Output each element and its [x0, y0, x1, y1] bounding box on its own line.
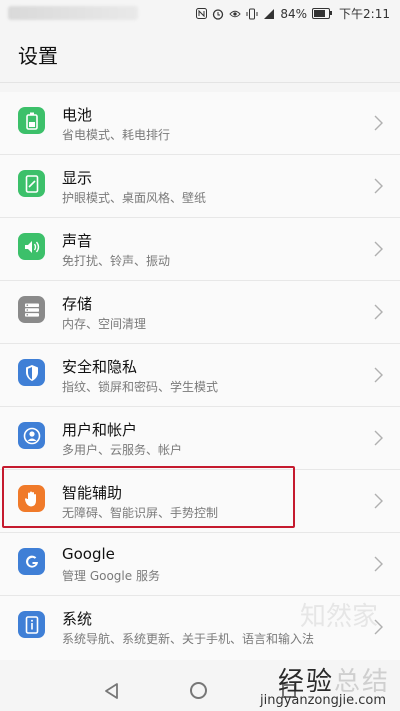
- settings-list: 电池 省电模式、耗电排行 显示 护眼模式、桌面风格、壁纸 声音 免打扰、铃声、振…: [0, 92, 400, 670]
- settings-item-label: 声音: [62, 232, 93, 250]
- highlight-box: [2, 466, 295, 528]
- settings-item-security-privacy[interactable]: 安全和隐私 指纹、锁屏和密码、学生模式: [0, 344, 400, 407]
- chevron-right-icon: [374, 304, 383, 320]
- chevron-right-icon: [374, 430, 383, 446]
- settings-item-battery[interactable]: 电池 省电模式、耗电排行: [0, 92, 400, 155]
- user-icon: [18, 422, 45, 449]
- settings-item-label: 安全和隐私: [62, 358, 138, 376]
- nfc-icon: [195, 8, 207, 20]
- watermark-faint: 知然家: [299, 602, 378, 632]
- sound-icon: [18, 233, 45, 260]
- divider: [0, 82, 400, 83]
- status-icons: 84% 下午2:11: [195, 5, 390, 22]
- settings-item-subtitle: 管理 Google 服务: [62, 569, 160, 583]
- status-bar: 84% 下午2:11: [0, 0, 400, 28]
- battery-icon: [18, 107, 45, 134]
- settings-item-label: Google: [62, 545, 115, 563]
- chevron-right-icon: [374, 556, 383, 572]
- settings-item-label: 用户和帐户: [62, 421, 138, 439]
- settings-item-storage[interactable]: 存储 内存、空间清理: [0, 281, 400, 344]
- battery-icon: [312, 8, 333, 19]
- settings-item-display[interactable]: 显示 护眼模式、桌面风格、壁纸: [0, 155, 400, 218]
- home-icon[interactable]: [190, 682, 207, 699]
- alarm-icon: [212, 8, 224, 20]
- settings-item-label: 存储: [62, 295, 93, 313]
- settings-item-label: 显示: [62, 169, 93, 187]
- settings-item-subtitle: 省电模式、耗电排行: [62, 128, 171, 142]
- settings-item-sound[interactable]: 声音 免打扰、铃声、振动: [0, 218, 400, 281]
- clock: 下午2:11: [339, 7, 390, 21]
- display-icon: [18, 170, 45, 197]
- settings-item-subtitle: 多用户、云服务、帐户: [62, 443, 183, 457]
- settings-item-users-accounts[interactable]: 用户和帐户 多用户、云服务、帐户: [0, 407, 400, 470]
- chevron-right-icon: [374, 241, 383, 257]
- settings-item-subtitle: 内存、空间清理: [62, 317, 147, 331]
- storage-icon: [18, 296, 45, 323]
- settings-item-subtitle: 指纹、锁屏和密码、学生模式: [62, 380, 219, 394]
- settings-item-label: 电池: [62, 106, 93, 124]
- settings-item-subtitle: 护眼模式、桌面风格、壁纸: [62, 191, 207, 205]
- eye-icon: [229, 8, 242, 20]
- settings-item-subtitle: 免打扰、铃声、振动: [62, 254, 171, 268]
- chevron-right-icon: [374, 178, 383, 194]
- google-icon: [18, 548, 45, 575]
- carrier-name-blurred: [8, 6, 138, 20]
- chevron-right-icon: [374, 115, 383, 131]
- settings-item-google[interactable]: Google 管理 Google 服务: [0, 533, 400, 596]
- chevron-right-icon: [374, 367, 383, 383]
- system-info-icon: [18, 611, 45, 638]
- vibrate-icon: [246, 8, 258, 20]
- chevron-right-icon: [374, 493, 383, 509]
- page-title: 设置: [18, 44, 58, 68]
- settings-item-label: 系统: [62, 610, 93, 628]
- shield-icon: [18, 359, 45, 386]
- battery-percent: 84%: [280, 6, 308, 21]
- watermark-url: jingyanzongjie.com: [259, 693, 386, 708]
- back-icon[interactable]: [103, 682, 121, 700]
- signal-icon: [263, 8, 275, 20]
